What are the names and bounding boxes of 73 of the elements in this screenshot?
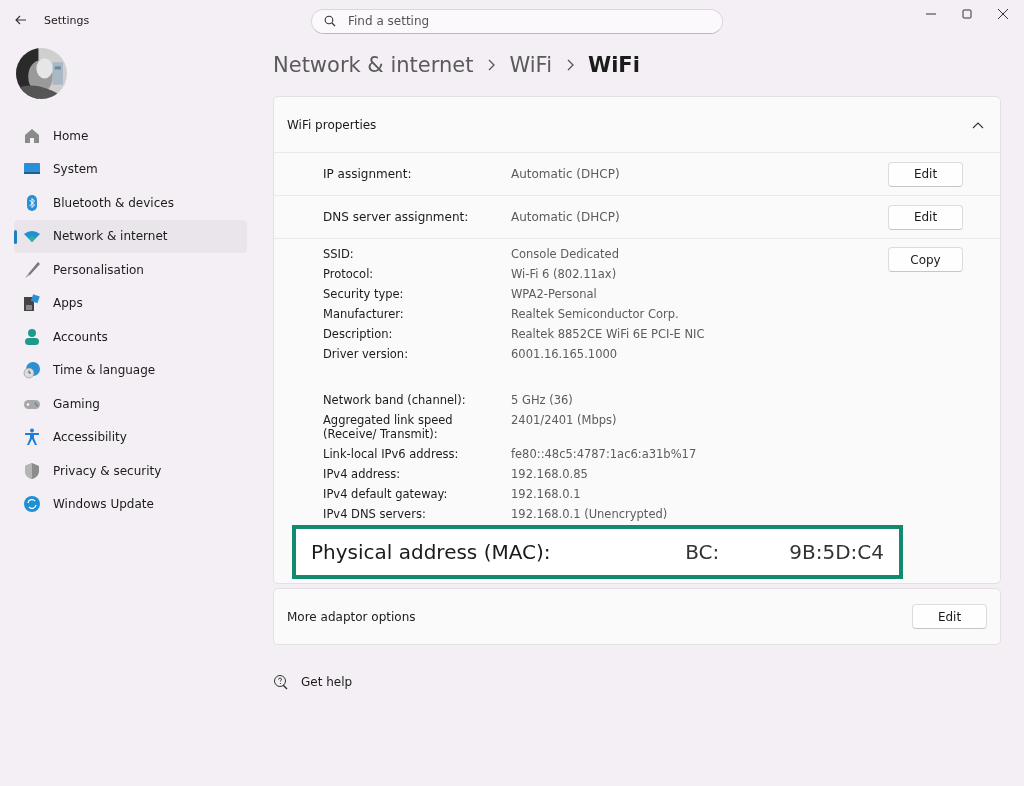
get-help-link[interactable]: Get help: [301, 675, 353, 689]
maximize-icon[interactable]: [962, 9, 972, 19]
copy-button[interactable]: Copy: [888, 247, 963, 272]
back-icon[interactable]: [15, 14, 27, 26]
sidebar-item[interactable]: Gaming: [14, 387, 247, 421]
setting-value: Automatic (DHCP): [511, 167, 621, 181]
chevron-up-icon[interactable]: [972, 120, 984, 129]
house-icon: [23, 126, 41, 145]
section-title: WiFi properties: [287, 117, 377, 132]
window-title: Settings: [44, 13, 90, 27]
sidebar-item[interactable]: Home: [14, 119, 247, 153]
update-icon: [23, 495, 41, 514]
sidebar-item[interactable]: Accounts: [14, 320, 247, 354]
chevron-right-icon: [487, 59, 496, 71]
property-label: IPv4 address:: [323, 467, 402, 481]
property-value: 192.168.0.85: [511, 467, 589, 481]
property-label: Driver version:: [323, 347, 410, 361]
property-value: 5 GHz (36): [511, 393, 574, 407]
sidebar-item[interactable]: Bluetooth & devices: [14, 186, 247, 220]
property-label: Link-local IPv6 address:: [323, 447, 460, 461]
setting-label: More adaptor options: [287, 609, 416, 624]
sidebar-item[interactable]: Accessibility: [14, 420, 247, 454]
property-label: SSID:: [323, 247, 355, 261]
mac-value: BC:: [685, 540, 720, 564]
sidebar-item[interactable]: Apps: [14, 286, 247, 320]
close-icon[interactable]: [998, 9, 1008, 19]
property-label: Description:: [323, 327, 394, 341]
property-label: Protocol:: [323, 267, 375, 281]
property-label: Network band (channel):: [323, 393, 467, 407]
property-value: Console Dedicated: [511, 247, 620, 261]
mac-label: Physical address (MAC):: [311, 540, 551, 564]
property-value: 2401/2401 (Mbps): [511, 413, 618, 429]
selection-indicator: [14, 229, 17, 244]
search-icon: [324, 15, 336, 27]
brush-icon: [23, 260, 41, 279]
search-field[interactable]: Find a setting: [346, 13, 710, 29]
property-value: WPA2-Personal: [511, 287, 598, 301]
sidebar-item[interactable]: Personalisation: [14, 253, 247, 287]
mac-value: 9B:5D:C4: [789, 540, 884, 564]
shield-icon: [23, 461, 41, 480]
property-label: Manufacturer:: [323, 307, 405, 321]
property-value: Realtek 8852CE WiFi 6E PCI-E NIC: [511, 327, 706, 341]
breadcrumb-link[interactable]: WiFi: [509, 53, 552, 77]
property-label: IPv4 default gateway:: [323, 487, 449, 501]
property-value: Wi-Fi 6 (802.11ax): [511, 267, 618, 281]
property-label: Aggregated link speed (Receive/ Transmit):: [323, 413, 454, 441]
property-label: Security type:: [323, 287, 405, 301]
setting-label: IP assignment:: [323, 167, 413, 181]
sidebar-item[interactable]: Network & internet: [14, 219, 247, 253]
help-icon: [273, 674, 289, 690]
sidebar-item[interactable]: Privacy & security: [14, 454, 247, 488]
chevron-right-icon: [565, 59, 574, 71]
person-icon: [23, 327, 41, 346]
clock-globe-icon: [23, 361, 41, 380]
setting-label: DNS server assignment:: [323, 210, 470, 224]
property-value: 192.168.0.1: [511, 487, 582, 501]
setting-value: Automatic (DHCP): [511, 210, 621, 224]
apps-icon: [23, 294, 41, 313]
sidebar-item[interactable]: Windows Update: [14, 487, 247, 521]
page-title: WiFi: [587, 53, 640, 77]
property-value: 6001.16.165.1000: [511, 347, 619, 361]
sidebar-item[interactable]: Time & language: [14, 353, 247, 387]
property-value: 192.168.0.1 (Unencrypted): [511, 507, 669, 521]
search-field[interactable]: Find a setting: [311, 8, 723, 34]
edit-button[interactable]: Edit: [888, 204, 963, 230]
edit-button[interactable]: Edit: [912, 604, 987, 629]
accessibility-icon: [23, 428, 41, 447]
sidebar-item[interactable]: System: [14, 152, 247, 186]
breadcrumb-link[interactable]: Network & internet: [273, 53, 474, 77]
property-value: Realtek Semiconductor Corp.: [511, 307, 680, 321]
edit-button[interactable]: Edit: [888, 161, 963, 187]
property-value: fe80::48c5:4787:1ac6:a31b%17: [511, 447, 698, 461]
property-label: IPv4 DNS servers:: [323, 507, 427, 521]
